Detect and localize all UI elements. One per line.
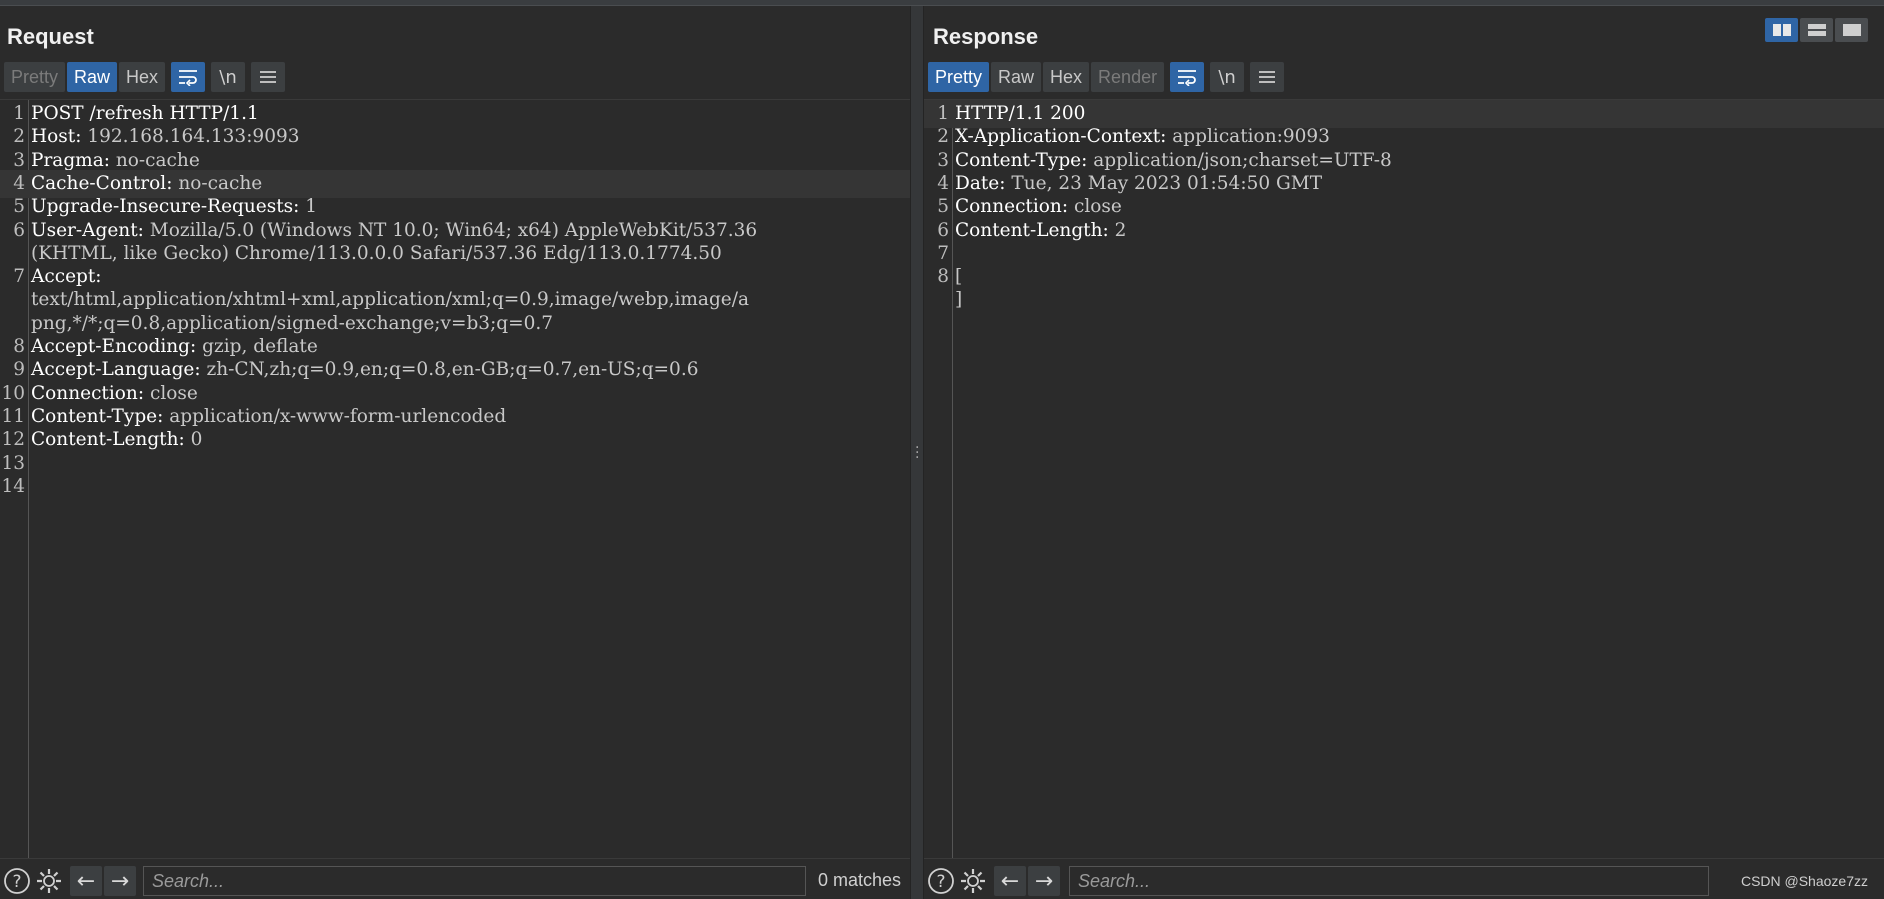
menu-icon[interactable] [251, 62, 286, 92]
header-value: 0 [184, 429, 203, 451]
request-tabbar: Pretty Raw Hex \n [4, 62, 286, 92]
header-name: Content-Length: [31, 429, 185, 451]
header-name: Accept-Language: [31, 359, 201, 381]
gear-icon[interactable] [34, 866, 64, 896]
header-value: png,*/*;q=0.8,application/signed-exchang… [31, 312, 554, 334]
header-value: Mozilla/5.0 (Windows NT 10.0; Win64; x64… [143, 219, 758, 241]
request-tab-pretty[interactable]: Pretty [4, 62, 66, 92]
header-value: application/json;charset=UTF-8 [1087, 149, 1392, 171]
header-name: X-Application-Context: [955, 126, 1167, 148]
header-value: no-cache [109, 149, 200, 171]
code-line[interactable]: ] [924, 286, 1884, 314]
header-value: (KHTML, like Gecko) Chrome/113.0.0.0 Saf… [31, 242, 722, 264]
response-editor[interactable]: 1 HTTP/1.1 200 2 X-Application-Context: app… [924, 99, 1884, 858]
request-pane: Request Pretty Raw Hex \n 1 POST /refresh… [0, 6, 910, 899]
request-editor[interactable]: 1 POST /refresh HTTP/1.1 2 Host: 192.168.16… [0, 99, 910, 858]
header-value: gzip, deflate [196, 336, 318, 357]
response-tab-pretty[interactable]: Pretty [928, 62, 990, 92]
show-newlines-button[interactable]: \n [211, 62, 246, 92]
response-tab-raw[interactable]: Raw [991, 62, 1042, 92]
header-name: Content-Type: [31, 405, 164, 427]
header-name: Content-Type: [955, 149, 1088, 171]
help-icon[interactable]: ? [926, 866, 956, 896]
request-title: Request [7, 24, 94, 49]
header-value: zh-CN,zh;q=0.9,en;q=0.8,en-GB;q=0.7,en-U… [200, 359, 699, 381]
header-value: application:9093 [1166, 126, 1330, 148]
header-value: application/x-www-form-urlencoded [163, 405, 507, 427]
svg-text:?: ? [936, 872, 945, 892]
response-title: Response [933, 24, 1039, 49]
header-name: Upgrade-Insecure-Requests: [31, 196, 300, 218]
next-match-button[interactable]: → [104, 866, 136, 896]
header-value: Tue, 23 May 2023 01:54:50 GMT [1005, 172, 1323, 194]
header-name: Accept-Encoding: [31, 336, 197, 357]
watermark: CSDN @Shaoze7zz [1740, 873, 1868, 889]
response-tabbar: Pretty Raw Hex Render \n [928, 62, 1285, 92]
header-name: Connection: [31, 382, 145, 404]
header-value: text/html,application/xhtml+xml,applicat… [31, 289, 750, 311]
header-value: 2 [1108, 219, 1127, 241]
wrap-lines-icon[interactable] [171, 62, 206, 92]
previous-match-button[interactable]: ← [994, 866, 1026, 896]
response-tab-hex[interactable]: Hex [1043, 62, 1090, 92]
gear-icon[interactable] [958, 866, 988, 896]
header-name: Cache-Control: [31, 172, 173, 194]
header-name: POST /refresh HTTP/1.1 [31, 103, 259, 124]
header-value: 192.168.164.133:9093 [81, 126, 300, 148]
header-name: HTTP/1.1 200 [955, 103, 1086, 124]
previous-match-button[interactable]: ← [70, 866, 102, 896]
request-search-input[interactable] [143, 866, 806, 896]
menu-icon[interactable] [1250, 62, 1285, 92]
next-match-button[interactable]: → [1028, 866, 1060, 896]
request-tab-hex[interactable]: Hex [119, 62, 166, 92]
response-tab-render[interactable]: Render [1091, 62, 1165, 92]
view-layout-buttons [1765, 18, 1868, 42]
header-name: Connection: [955, 196, 1069, 218]
help-icon[interactable]: ? [2, 866, 32, 896]
show-newlines-button[interactable]: \n [1210, 62, 1245, 92]
splitter-grip-icon: · · · [915, 440, 920, 466]
header-value: close [1068, 196, 1122, 218]
response-pane: Response Pretty Raw Hex Render \n 1 HTTP/… [924, 6, 1884, 899]
request-tab-raw[interactable]: Raw [67, 62, 118, 92]
line-text: ] [955, 286, 962, 314]
header-value: ] [955, 289, 963, 311]
wrap-lines-icon[interactable] [1170, 62, 1205, 92]
header-name: Date: [955, 172, 1006, 194]
line-number: 14 [1, 475, 25, 497]
request-footer: ? ← → 0 matches [0, 858, 910, 899]
header-value: [ [955, 266, 963, 288]
svg-text:?: ? [12, 872, 21, 892]
request-match-count: 0 matches [818, 870, 902, 890]
response-search-input[interactable] [1069, 866, 1709, 896]
header-name: Accept: [31, 266, 102, 288]
header-name: User-Agent: [31, 219, 144, 241]
single-view-icon[interactable] [1835, 18, 1868, 42]
header-name: Pragma: [31, 149, 110, 171]
code-line[interactable]: 14 [0, 473, 910, 501]
header-name: Content-Length: [955, 219, 1109, 241]
header-value: 1 [299, 196, 318, 218]
side-by-side-view-icon[interactable] [1765, 18, 1798, 42]
header-name: Host: [31, 126, 82, 148]
header-value: close [144, 382, 198, 404]
header-value: no-cache [172, 172, 263, 194]
pane-splitter[interactable]: · · · [910, 6, 924, 899]
top-bottom-view-icon[interactable] [1800, 18, 1833, 42]
